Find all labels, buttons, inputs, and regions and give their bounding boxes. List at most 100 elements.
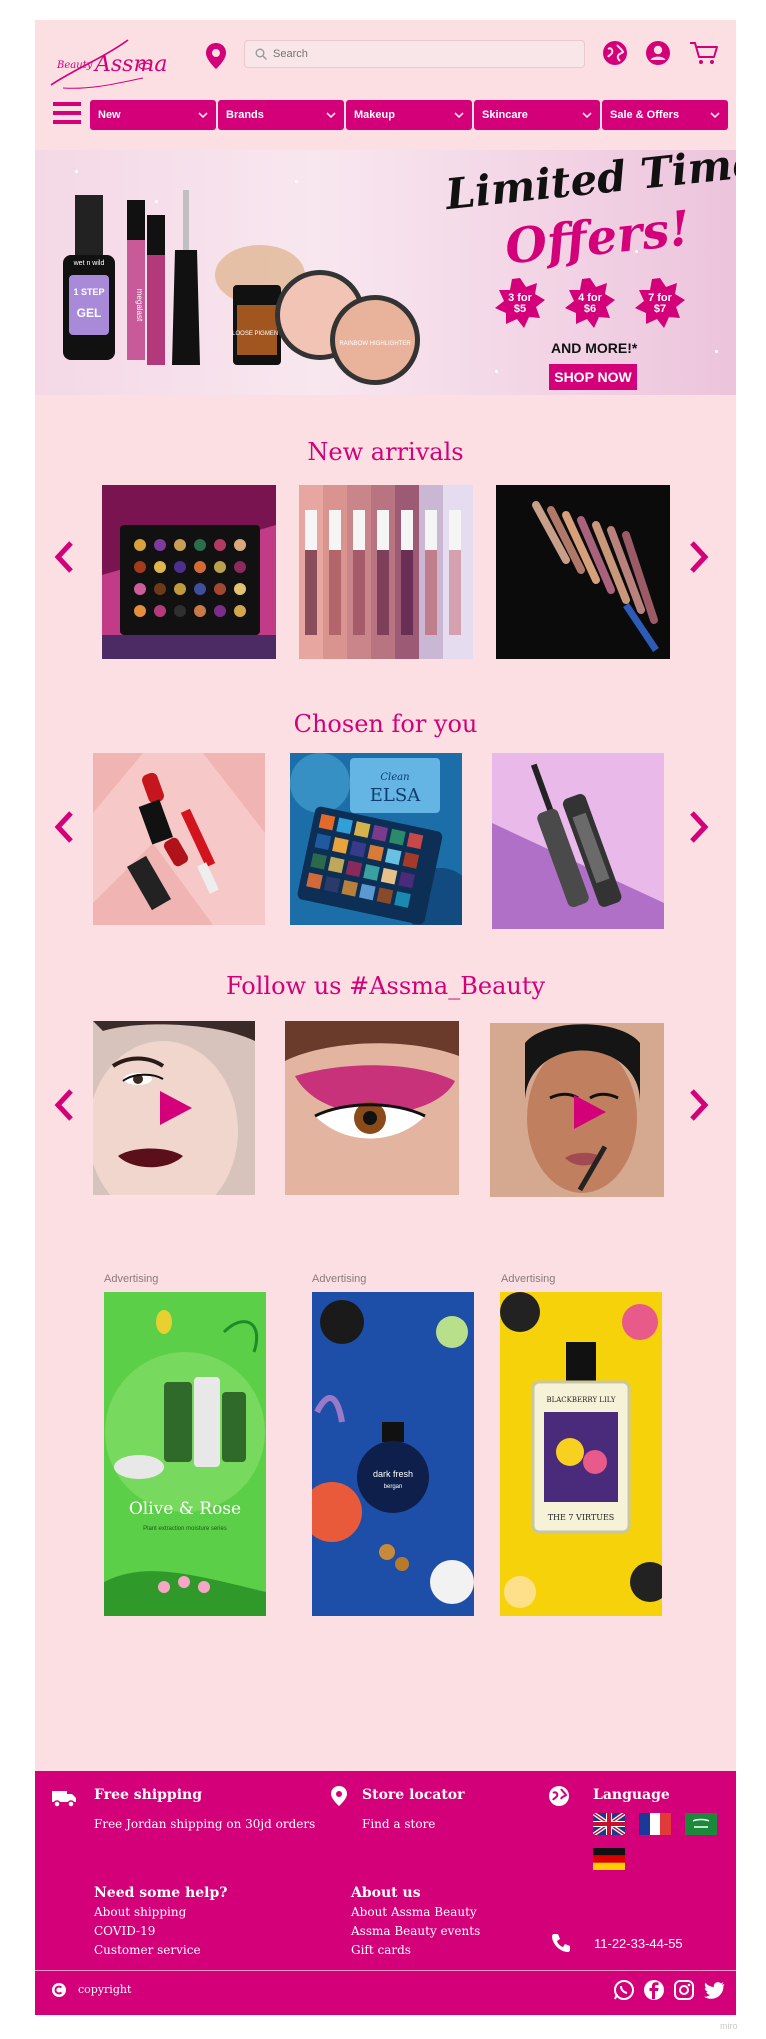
flag-uk-icon[interactable] [593, 1813, 625, 1835]
eye-makeup-image [285, 1021, 459, 1195]
footer-phone[interactable]: 11-22-33-44-55 [594, 1936, 683, 1951]
search-input[interactable] [273, 48, 573, 60]
about-link-gift-cards[interactable]: Gift cards [351, 1943, 411, 1957]
ad-olive-rose-sub: Plant extraction moisture series [143, 1526, 227, 1532]
ad-label-3: Advertising [501, 1273, 556, 1285]
twitter-icon[interactable] [703, 1979, 725, 2001]
section-title-follow-us: Follow us #Assma_Beauty [225, 972, 546, 1000]
chevron-down-icon [198, 112, 208, 119]
chevron-down-icon [454, 112, 464, 119]
nav-label: Skincare [482, 109, 528, 121]
about-link-about[interactable]: About Assma Beauty [351, 1905, 477, 1919]
social-post-video-1[interactable] [93, 1021, 255, 1195]
social-post-video-2[interactable] [490, 1023, 664, 1197]
deal-label-3: 7 for $7 [648, 292, 672, 315]
nav-item-makeup[interactable]: Makeup [346, 100, 472, 130]
nav-label: Sale & Offers [610, 109, 680, 121]
product-tile-lip-colors[interactable] [299, 485, 473, 659]
search-bar[interactable] [244, 40, 585, 68]
elsa-palette-image: Clean ELSA [290, 753, 462, 925]
miro-watermark: miro [720, 2021, 738, 2031]
nav-item-brands[interactable]: Brands [218, 100, 344, 130]
banner-subtitle: Offers! [502, 200, 693, 276]
flag-france-icon[interactable] [639, 1813, 671, 1835]
ad-olive-rose[interactable]: Olive & Rose Plant extraction moisture s… [104, 1292, 266, 1616]
promo-banner[interactable]: wet n wild 1 STEP GEL megalast LOOSE PIG… [35, 150, 736, 395]
product-tile-lip-glosses[interactable] [496, 485, 670, 659]
lip-glosses-image [496, 485, 670, 659]
footer-store-locator-title: Store locator [362, 1787, 465, 1803]
section-title-new-arrivals: New arrivals [307, 438, 464, 466]
play-icon[interactable] [154, 1088, 194, 1128]
banner-product-text-6: RAINBOW HIGHLIGHTER [339, 341, 411, 347]
social-post-image-2[interactable] [285, 1021, 459, 1195]
palette-image [102, 485, 276, 659]
carousel-prev-arrow-icon[interactable] [53, 540, 75, 574]
banner-product-text-3: GEL [77, 306, 102, 320]
menu-icon[interactable] [53, 100, 81, 126]
flag-saudi-icon[interactable] [685, 1813, 717, 1835]
nav-label: Brands [226, 109, 264, 121]
footer-free-shipping-title: Free shipping [94, 1787, 203, 1803]
location-pin-icon [331, 1786, 347, 1806]
lipsticks-image [93, 753, 265, 925]
banner-product-text-1: wet n wild [73, 260, 105, 267]
nav-label: Makeup [354, 109, 395, 121]
product-tile-elsa-palette[interactable]: Clean ELSA [290, 753, 462, 925]
ad-dark-fresh-title: dark fresh [373, 1469, 413, 1479]
help-link-customer-service[interactable]: Customer service [94, 1943, 201, 1957]
banner-product-text-4: megalast [135, 289, 144, 322]
nav-item-skincare[interactable]: Skincare [474, 100, 600, 130]
banner-and-more: AND MORE!* [551, 340, 638, 356]
footer: Free shipping Free Jordan shipping on 30… [35, 1771, 736, 2015]
chevron-down-icon [710, 112, 720, 119]
carousel-prev-arrow-icon[interactable] [53, 1088, 75, 1122]
flag-germany-icon[interactable] [593, 1848, 625, 1870]
whatsapp-icon[interactable] [613, 1979, 635, 2001]
play-icon[interactable] [568, 1092, 608, 1132]
nav-item-new[interactable]: New [90, 100, 216, 130]
footer-language-title: Language [593, 1787, 670, 1803]
ad-label-2: Advertising [312, 1273, 367, 1285]
banner-product-text-5: LOOSE PIGMENT [232, 331, 282, 337]
page: Beauty Assma New Brands Makeup Skincare … [35, 20, 736, 2015]
ad-dark-fresh[interactable]: dark fresh bergan [312, 1292, 474, 1616]
chevron-down-icon [582, 112, 592, 119]
product-tile-lipsticks[interactable] [93, 753, 265, 925]
ad-dark-fresh-sub: bergan [384, 1484, 403, 1490]
shop-now-button[interactable]: SHOP NOW [549, 364, 637, 390]
brand-logo[interactable]: Beauty Assma [43, 30, 167, 100]
carousel-next-arrow-icon[interactable] [688, 540, 710, 574]
help-link-shipping[interactable]: About shipping [94, 1905, 186, 1919]
globe-icon[interactable] [602, 40, 628, 66]
product-tile-eyeshadow-palette[interactable] [102, 485, 276, 659]
footer-copyright: copyright [78, 1983, 132, 1996]
product-tile-mascara[interactable] [492, 753, 664, 929]
nav-item-sale-offers[interactable]: Sale & Offers [602, 100, 728, 130]
ad-blackberry-lily[interactable]: BLACKBERRY LILY THE 7 VIRTUES [500, 1292, 662, 1616]
search-icon [255, 48, 267, 60]
about-link-events[interactable]: Assma Beauty events [351, 1924, 480, 1938]
help-link-covid[interactable]: COVID-19 [94, 1924, 155, 1938]
copyright-icon [52, 1983, 66, 1997]
carousel-next-arrow-icon[interactable] [688, 1088, 710, 1122]
main-nav: New Brands Makeup Skincare Sale & Offers [90, 100, 728, 130]
elsa-text: ELSA [370, 785, 421, 806]
facebook-icon[interactable] [643, 1979, 665, 2001]
banner-title: Limited Time [443, 150, 736, 220]
banner-product-text-2: 1 STEP [73, 287, 104, 297]
footer-divider [35, 1970, 736, 1971]
ad-blackberry-title: BLACKBERRY LILY [546, 1396, 615, 1404]
footer-free-shipping-text: Free Jordan shipping on 30jd orders [94, 1817, 316, 1831]
cart-icon[interactable] [689, 40, 719, 66]
carousel-prev-arrow-icon[interactable] [53, 810, 75, 844]
instagram-icon[interactable] [673, 1979, 695, 2001]
user-icon[interactable] [645, 40, 671, 66]
location-pin-icon[interactable] [205, 42, 227, 70]
footer-about-title: About us [351, 1885, 421, 1901]
carousel-next-arrow-icon[interactable] [688, 810, 710, 844]
footer-help-title: Need some help? [94, 1885, 228, 1901]
deal-label-1: 3 for $5 [508, 292, 532, 315]
find-a-store-link[interactable]: Find a store [362, 1817, 435, 1831]
ad-label-1: Advertising [104, 1273, 159, 1285]
